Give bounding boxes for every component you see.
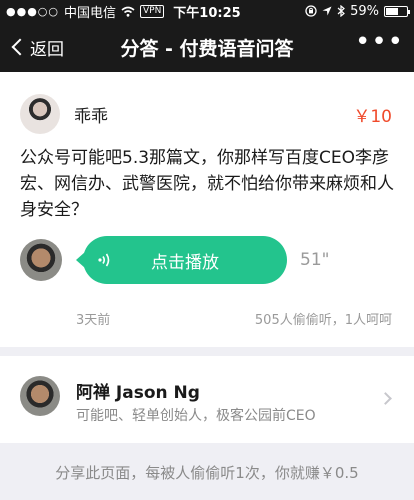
voice-duration: 51" bbox=[300, 250, 330, 270]
answerer-profile-card[interactable]: 阿禅 Jason Ng 可能吧、轻单创始人，极客公园前CEO bbox=[0, 356, 414, 443]
status-bar: ●●●○○ 中国电信 VPN 下午10:25 59% bbox=[0, 0, 414, 22]
navigation-bar: 返回 分答 - 付费语音问答 ••• bbox=[0, 22, 414, 72]
bluetooth-icon bbox=[337, 5, 346, 17]
asker-info: 乖乖 bbox=[20, 94, 108, 134]
back-label: 返回 bbox=[30, 39, 64, 60]
asker-name: 乖乖 bbox=[74, 106, 108, 127]
more-options-button[interactable]: ••• bbox=[355, 29, 404, 57]
question-card: 乖乖 ￥10 公众号可能吧5.3那篇文，你那样写百度CEO李彦宏、网信办、武警医… bbox=[0, 72, 414, 347]
rotation-lock-icon bbox=[305, 5, 317, 17]
chevron-left-icon bbox=[11, 38, 29, 56]
answerer-name: 阿禅 Jason Ng bbox=[76, 383, 200, 403]
carrier-name: 中国电信 bbox=[64, 5, 117, 21]
question-text: 公众号可能吧5.3那篇文，你那样写百度CEO李彦宏、网信办、武警医院，就不怕给你… bbox=[20, 148, 394, 220]
share-note: 分享此页面，每被人偷偷听1次，你就赚￥0.5 bbox=[55, 464, 359, 482]
listen-stats: 505人偷偷听，1人呵呵 bbox=[254, 313, 392, 328]
signal-strength-icon: ●●●○○ bbox=[6, 4, 59, 18]
back-button[interactable]: 返回 bbox=[10, 35, 64, 60]
answerer-avatar bbox=[20, 376, 60, 416]
play-voice-button[interactable]: 点击播放 bbox=[76, 236, 287, 284]
battery-icon bbox=[384, 5, 410, 17]
asker-avatar[interactable] bbox=[20, 94, 60, 134]
wifi-icon bbox=[121, 6, 135, 17]
chevron-right-icon bbox=[379, 392, 392, 405]
battery-level bbox=[386, 7, 398, 15]
play-label: 点击播放 bbox=[151, 252, 219, 273]
voice-answer-row: 点击播放 51" bbox=[20, 236, 329, 284]
answerer-description: 可能吧、轻单创始人，极客公园前CEO bbox=[76, 408, 316, 424]
vpn-badge: VPN bbox=[140, 4, 165, 18]
posted-time: 3天前 bbox=[76, 313, 111, 328]
location-icon bbox=[322, 6, 332, 16]
answerer-avatar-small[interactable] bbox=[20, 239, 62, 281]
battery-percent: 59% bbox=[350, 3, 379, 19]
question-price: ￥10 bbox=[353, 107, 392, 127]
